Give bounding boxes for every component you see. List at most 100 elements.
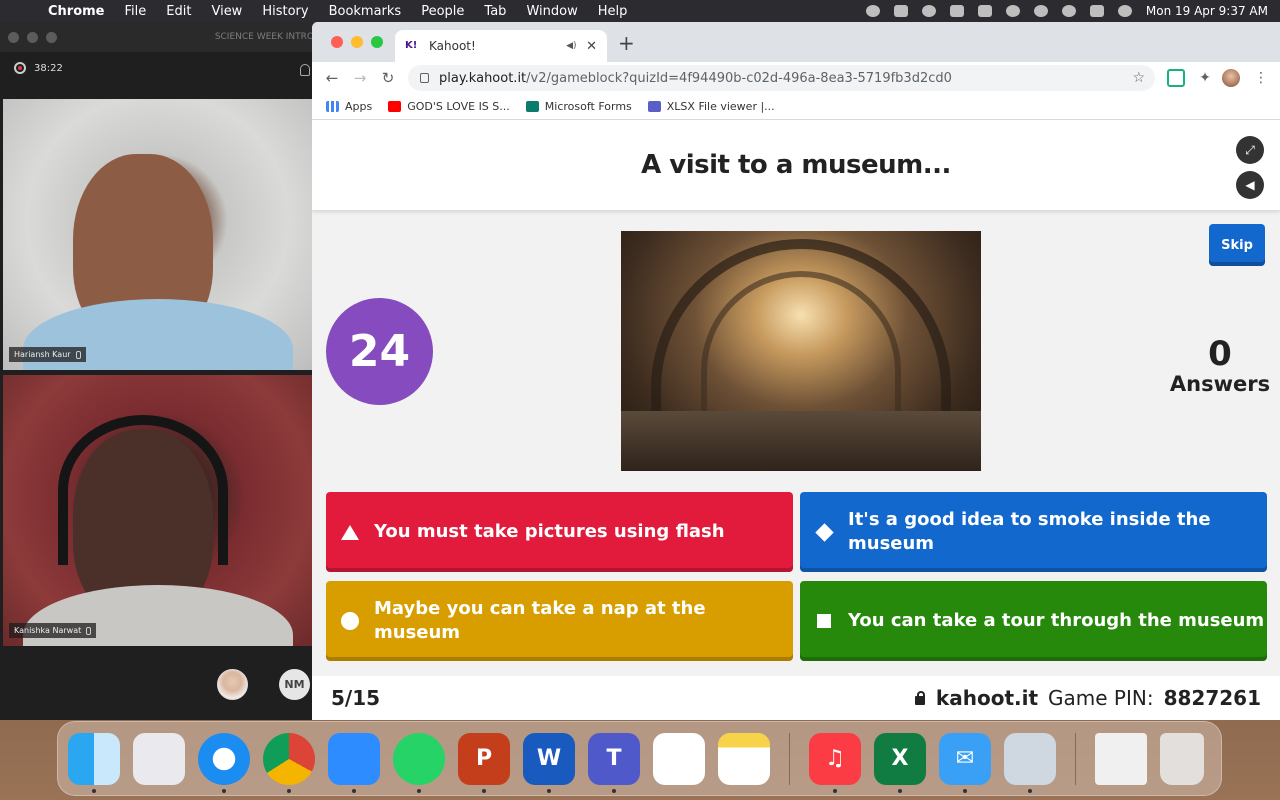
question-image-detail: [621, 411, 981, 471]
menu-tab[interactable]: Tab: [484, 4, 506, 19]
answer-option-green[interactable]: You can take a tour through the museum: [800, 581, 1267, 661]
siri-icon[interactable]: [1117, 5, 1132, 17]
notes-icon[interactable]: [718, 732, 770, 785]
bookmark-xlsx-viewer[interactable]: XLSX File viewer |...: [647, 100, 775, 113]
chrome-icon[interactable]: [263, 732, 315, 793]
answer-option-green-shape: [817, 614, 831, 628]
zoom-window-button[interactable]: [45, 31, 57, 43]
powerpoint-icon[interactable]: P: [458, 732, 510, 793]
more-menu-icon[interactable]: ⋮: [1252, 69, 1270, 87]
game-footer: 5/15 kahoot.it Game PIN: 8827261: [312, 676, 1280, 720]
grammarly-extension-icon[interactable]: [1167, 69, 1185, 87]
avatar[interactable]: [217, 669, 248, 700]
padlock-icon[interactable]: [914, 691, 926, 705]
game-pin-label: Game PIN:: [1048, 686, 1154, 710]
answer-text: It's a good idea to smoke inside the mus…: [848, 509, 1211, 554]
zoom-icon-indicator: [352, 788, 356, 793]
answer-option-yellow[interactable]: Maybe you can take a nap at the museum: [326, 581, 793, 661]
clock[interactable]: Mon 19 Apr 9:37 AM: [1146, 4, 1268, 18]
bookmark-microsoft-forms[interactable]: Microsoft Forms: [525, 100, 632, 113]
battery-icon[interactable]: [977, 5, 992, 17]
tab-kahoot[interactable]: K! Kahoot! ◀) ✕: [395, 30, 607, 62]
whatsapp-icon[interactable]: [393, 732, 445, 793]
close-window-button[interactable]: [8, 31, 19, 43]
extensions-puzzle-icon[interactable]: ✦: [1196, 69, 1214, 87]
apple-icon[interactable]: [12, 4, 26, 18]
menu-bookmarks[interactable]: Bookmarks: [329, 4, 402, 19]
url-path: /v2/gameblock?quizId=4f94490b-c02d-496a-…: [526, 70, 952, 86]
play-icon[interactable]: [921, 5, 936, 17]
close-icon[interactable]: ✕: [586, 39, 597, 54]
music-icon[interactable]: ♫: [809, 732, 861, 793]
cloud-icon[interactable]: [893, 5, 908, 17]
skip-button[interactable]: Skip: [1209, 224, 1265, 266]
spotlight-search-icon[interactable]: [1061, 5, 1076, 17]
menu-history[interactable]: History: [262, 4, 308, 19]
answers-label: Answers: [1169, 372, 1271, 396]
creative-cloud-icon[interactable]: [865, 5, 880, 17]
video-tile[interactable]: Kanishka Narwat: [3, 375, 312, 646]
speaker-icon[interactable]: ◀): [566, 41, 578, 51]
kahoot-game: A visit to a museum... ⤢ ◀ Skip 24 0 Ans…: [312, 120, 1280, 720]
menu-window[interactable]: Window: [526, 4, 577, 19]
answer-option-blue[interactable]: It's a good idea to smoke inside the mus…: [800, 492, 1267, 572]
launchpad-icon[interactable]: [133, 732, 185, 785]
wifi-icon[interactable]: [1005, 5, 1020, 17]
trash-icon[interactable]: [1160, 732, 1204, 785]
bookmark-apps[interactable]: Apps: [326, 100, 372, 113]
reminders-icon[interactable]: [653, 732, 705, 785]
close-window-button[interactable]: [331, 36, 343, 48]
user-icon[interactable]: [1033, 5, 1048, 17]
bookmark-star-icon[interactable]: ☆: [1132, 70, 1145, 86]
minimize-window-button[interactable]: [351, 36, 363, 48]
mail-icon[interactable]: ✉: [939, 732, 991, 793]
mail-icon-indicator: [963, 788, 967, 793]
reload-icon[interactable]: ↻: [378, 68, 398, 88]
avatar-initials[interactable]: NM: [279, 669, 310, 700]
back-arrow-icon[interactable]: ←: [322, 68, 342, 88]
fullscreen-icon[interactable]: ⤢: [1236, 136, 1264, 164]
preview-icon-indicator: [1028, 788, 1032, 793]
fullscreen-window-button[interactable]: [371, 36, 383, 48]
lock-icon[interactable]: [420, 73, 429, 83]
menu-bar: Chrome File Edit View History Bookmarks …: [0, 0, 1280, 22]
answer-option-red-shape: [341, 524, 359, 540]
browser-window: K! Kahoot! ◀) ✕ + ← → ↻ play.kahoot.it/v…: [312, 22, 1280, 720]
preview-icon[interactable]: [1004, 732, 1056, 793]
game-pin-area: kahoot.it Game PIN: 8827261: [914, 686, 1261, 710]
control-center-icon[interactable]: [1089, 5, 1104, 17]
record-icon: [14, 62, 26, 74]
video-tile[interactable]: Hariansh Kaur: [3, 99, 312, 370]
bluetooth-icon[interactable]: [949, 5, 964, 17]
menu-edit[interactable]: Edit: [166, 4, 191, 19]
minimize-window-button[interactable]: [26, 31, 38, 43]
safari-icon[interactable]: [198, 732, 250, 793]
menu-view[interactable]: View: [211, 4, 242, 19]
word-icon[interactable]: W: [523, 732, 575, 793]
menu-people[interactable]: People: [421, 4, 464, 19]
document-thumbnail-icon[interactable]: [1095, 732, 1147, 785]
participants-icon[interactable]: [300, 64, 310, 76]
volume-icon[interactable]: ◀: [1236, 171, 1264, 199]
answer-option-blue-shape: [814, 522, 834, 542]
new-tab-button[interactable]: +: [618, 33, 635, 53]
menu-file[interactable]: File: [125, 4, 147, 19]
menu-help[interactable]: Help: [598, 4, 628, 19]
game-pin: 8827261: [1163, 686, 1261, 710]
zoom-icon[interactable]: [328, 732, 380, 793]
bookmark-label: GOD'S LOVE IS S...: [407, 100, 510, 113]
recording-indicator[interactable]: 38:22: [14, 62, 63, 74]
bookmark-youtube[interactable]: GOD'S LOVE IS S...: [388, 100, 510, 113]
menu-app-name[interactable]: Chrome: [48, 4, 105, 19]
finder-icon[interactable]: [68, 732, 120, 793]
teams-icon[interactable]: T: [588, 732, 640, 793]
excel-icon[interactable]: X: [874, 732, 926, 793]
address-bar[interactable]: play.kahoot.it/v2/gameblock?quizId=4f944…: [408, 65, 1155, 91]
window-controls: [331, 36, 383, 48]
dock-separator: [1075, 732, 1076, 785]
forward-arrow-icon[interactable]: →: [350, 68, 370, 88]
profile-avatar[interactable]: [1222, 69, 1240, 87]
chrome-icon-indicator: [287, 788, 291, 793]
answer-option-red[interactable]: You must take pictures using flash: [326, 492, 793, 572]
answers-count: 0: [1208, 334, 1232, 374]
